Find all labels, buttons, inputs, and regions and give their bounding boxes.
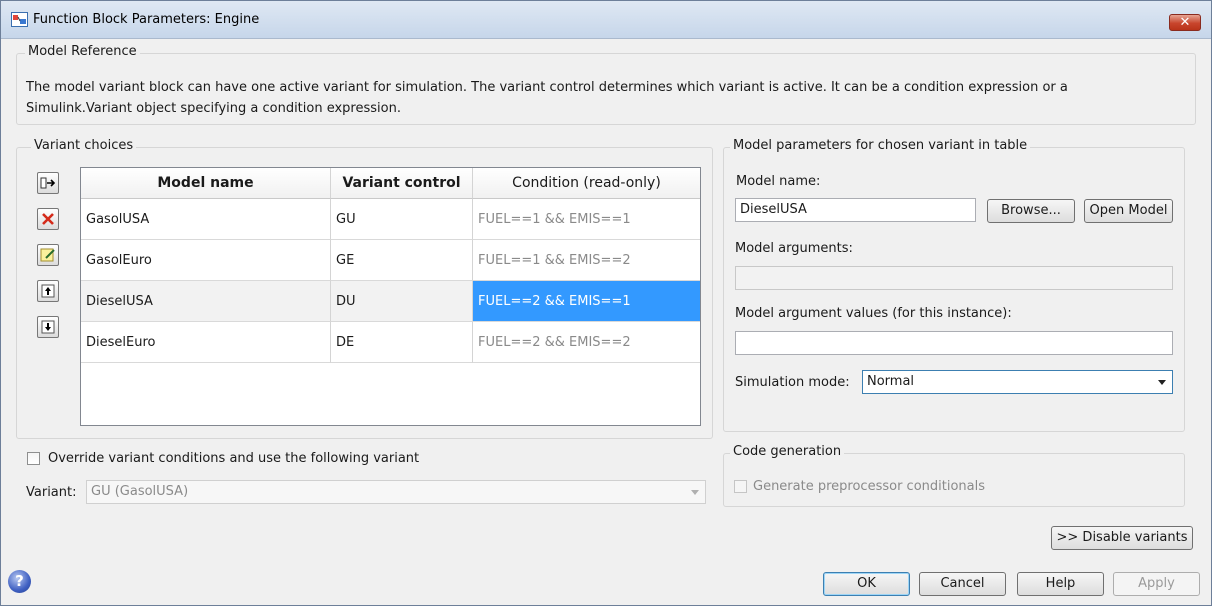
edit-variant-icon xyxy=(40,248,55,262)
generate-preprocessor-label: Generate preprocessor conditionals xyxy=(753,479,986,494)
code-generation-label: Code generation xyxy=(730,444,845,459)
simulink-block-icon xyxy=(11,12,28,27)
disable-variants-button[interactable]: >> Disable variants xyxy=(1051,526,1193,550)
move-down-icon xyxy=(41,320,55,334)
simulation-mode-value: Normal xyxy=(867,374,915,389)
table-row-cell-control[interactable]: DE xyxy=(331,322,473,363)
open-model-button[interactable]: Open Model xyxy=(1084,199,1173,223)
model-argument-values-label: Model argument values (for this instance… xyxy=(735,306,1012,321)
chevron-down-icon xyxy=(1158,380,1166,385)
add-variant-button[interactable] xyxy=(37,172,59,194)
add-variant-icon xyxy=(40,177,56,189)
model-arguments-field xyxy=(735,266,1173,290)
table-row-cell-control[interactable]: GE xyxy=(331,240,473,281)
variants-table[interactable]: Model name Variant control Condition (re… xyxy=(80,167,701,426)
delete-variant-icon xyxy=(42,213,54,225)
variant-choices-label: Variant choices xyxy=(31,138,137,153)
description-line-1: The model variant block can have one act… xyxy=(26,80,1068,95)
generate-preprocessor-checkbox[interactable] xyxy=(734,480,747,493)
variant-label: Variant: xyxy=(26,485,77,500)
close-button[interactable]: ✕ xyxy=(1169,14,1201,31)
help-button[interactable]: Help xyxy=(1017,572,1104,596)
variant-select-value: GU (GasolUSA) xyxy=(91,484,189,499)
column-header-variant-control[interactable]: Variant control xyxy=(331,168,473,199)
table-row-cell-model[interactable]: DieselUSA xyxy=(81,281,331,322)
ok-button[interactable]: OK xyxy=(823,572,910,596)
model-arguments-label: Model arguments: xyxy=(735,241,853,256)
title-bar[interactable]: Function Block Parameters: Engine ✕ xyxy=(1,1,1211,39)
apply-button: Apply xyxy=(1113,572,1200,596)
move-up-icon xyxy=(41,284,55,298)
table-row-cell-condition: FUEL==1 && EMIS==2 xyxy=(473,240,700,281)
simulation-mode-select[interactable]: Normal xyxy=(862,370,1173,394)
model-reference-description: The model variant block can have one act… xyxy=(26,77,1176,119)
model-name-label: Model name: xyxy=(736,174,821,189)
model-params-label: Model parameters for chosen variant in t… xyxy=(730,138,1031,153)
window-title: Function Block Parameters: Engine xyxy=(33,12,260,27)
close-icon: ✕ xyxy=(1179,15,1191,30)
column-header-model-name[interactable]: Model name xyxy=(81,168,331,199)
model-argument-values-field[interactable] xyxy=(735,331,1173,355)
chevron-down-icon xyxy=(691,490,699,495)
description-line-2: Simulink.Variant object specifying a con… xyxy=(26,101,401,116)
table-row-cell-model[interactable]: GasolEuro xyxy=(81,240,331,281)
variant-select[interactable]: GU (GasolUSA) xyxy=(86,480,706,504)
simulation-mode-label: Simulation mode: xyxy=(735,375,850,390)
model-reference-label: Model Reference xyxy=(25,44,140,59)
override-variant-checkbox[interactable] xyxy=(27,452,40,465)
edit-variant-button[interactable] xyxy=(37,244,59,266)
move-down-button[interactable] xyxy=(37,316,59,338)
override-variant-label[interactable]: Override variant conditions and use the … xyxy=(48,451,419,466)
table-row-cell-model[interactable]: GasolUSA xyxy=(81,199,331,240)
table-row-cell-condition: FUEL==2 && EMIS==2 xyxy=(473,322,700,363)
table-row-cell-condition-selected[interactable]: FUEL==2 && EMIS==1 xyxy=(473,281,700,322)
move-up-button[interactable] xyxy=(37,280,59,302)
browse-button[interactable]: Browse... xyxy=(987,199,1075,223)
dialog-window: Function Block Parameters: Engine ✕ Mode… xyxy=(0,0,1212,606)
model-name-field[interactable]: DieselUSA xyxy=(735,198,976,222)
table-row-cell-model[interactable]: DieselEuro xyxy=(81,322,331,363)
column-header-condition[interactable]: Condition (read-only) xyxy=(473,168,700,199)
table-row-cell-control[interactable]: DU xyxy=(331,281,473,322)
help-icon[interactable]: ? xyxy=(8,570,31,593)
delete-variant-button[interactable] xyxy=(37,208,59,230)
table-row-cell-condition: FUEL==1 && EMIS==1 xyxy=(473,199,700,240)
cancel-button[interactable]: Cancel xyxy=(919,572,1006,596)
table-row-cell-control[interactable]: GU xyxy=(331,199,473,240)
